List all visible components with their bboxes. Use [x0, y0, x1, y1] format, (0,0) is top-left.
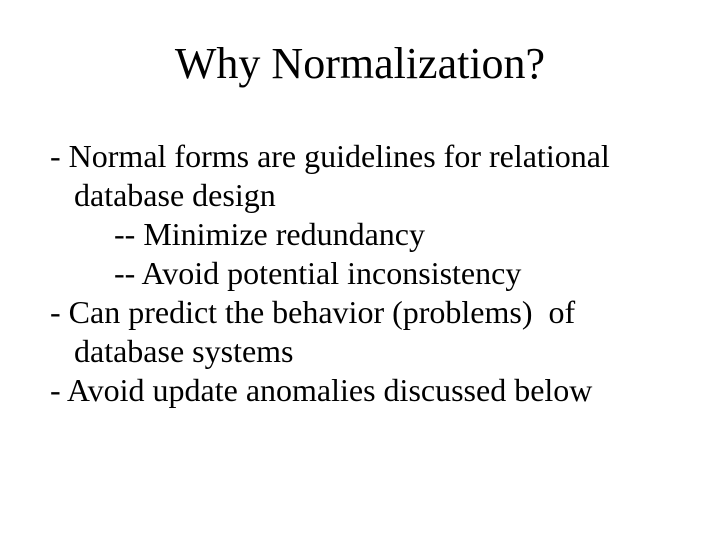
- bullet-line: database systems: [50, 332, 670, 371]
- bullet-line: database design: [50, 176, 670, 215]
- bullet-line: - Normal forms are guidelines for relati…: [50, 137, 670, 176]
- bullet-line: - Avoid update anomalies discussed below: [50, 371, 670, 410]
- slide: Why Normalization? - Normal forms are gu…: [0, 0, 720, 540]
- slide-title: Why Normalization?: [50, 38, 670, 89]
- slide-body: - Normal forms are guidelines for relati…: [50, 137, 670, 410]
- bullet-line: -- Minimize redundancy: [50, 215, 670, 254]
- bullet-line: - Can predict the behavior (problems) of: [50, 293, 670, 332]
- bullet-line: -- Avoid potential inconsistency: [50, 254, 670, 293]
